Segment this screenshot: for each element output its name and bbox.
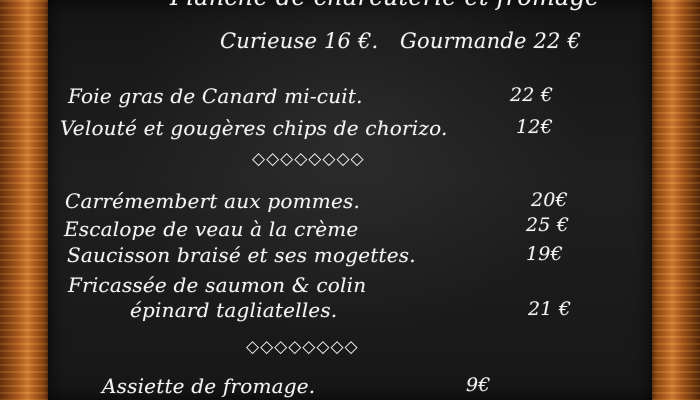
separator-1: ◇◇◇◇◇◇◇◇ xyxy=(252,149,365,169)
main-saucisson-price: 19€ xyxy=(526,243,563,265)
starter-veloute-price: 12€ xyxy=(516,116,553,138)
main-saucisson: Saucisson braisé et ses mogettes. xyxy=(67,243,416,267)
cheese-plate: Assiette de fromage. xyxy=(102,374,316,398)
menu-board-photo: Planche de charcuterie et fromage Curieu… xyxy=(0,0,700,400)
menu-header: Planche de charcuterie et fromage xyxy=(170,0,599,11)
main-fricassee: Fricassée de saumon & colin xyxy=(68,273,367,297)
main-fricassee-price: 21 € xyxy=(528,298,572,320)
main-fricassee-second-line: épinard tagliatelles. xyxy=(130,298,338,322)
formula-gourmande: Gourmande 22 € xyxy=(400,29,582,53)
main-carremembert: Carrémembert aux pommes. xyxy=(65,189,361,213)
chalkboard: Planche de charcuterie et fromage Curieu… xyxy=(48,0,652,400)
wood-frame-left xyxy=(0,0,55,400)
main-escalope: Escalope de veau à la crème xyxy=(64,217,359,241)
separator-2: ◇◇◇◇◇◇◇◇ xyxy=(246,337,359,357)
cheese-plate-price: 9€ xyxy=(466,374,491,396)
starter-foie-gras-price: 22 € xyxy=(510,84,554,106)
main-carremembert-price: 20€ xyxy=(531,189,568,211)
starter-veloute: Velouté et gougères chips de chorizo. xyxy=(60,116,448,140)
formula-curieuse: Curieuse 16 €. xyxy=(220,29,379,53)
main-escalope-price: 25 € xyxy=(526,214,570,236)
wood-frame-right xyxy=(645,0,700,400)
starter-foie-gras: Foie gras de Canard mi-cuit. xyxy=(68,84,363,108)
